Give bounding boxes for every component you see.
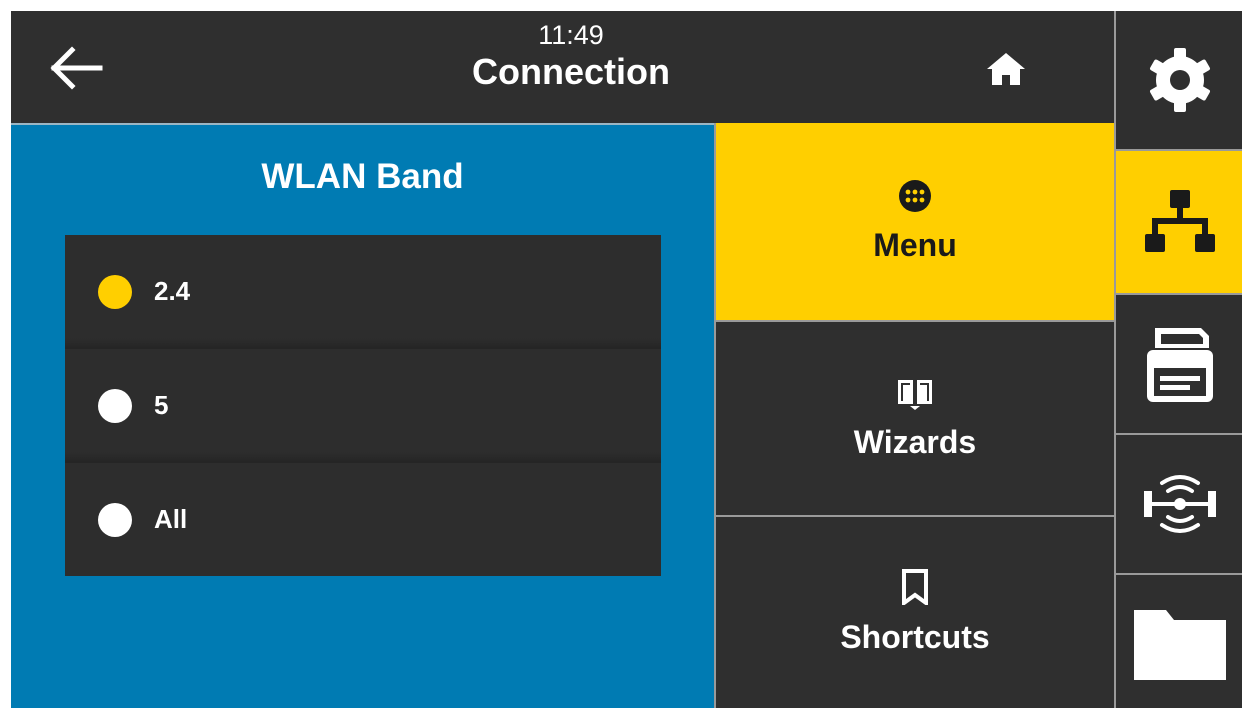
wlan-band-panel: WLAN Band 2.4 5 All: [11, 123, 714, 708]
option-2-4[interactable]: 2.4: [65, 235, 661, 348]
option-label: 5: [154, 390, 169, 420]
clock-time: 11:49: [538, 20, 604, 50]
page-title: Connection: [472, 51, 670, 92]
panel-title: WLAN Band: [261, 157, 464, 196]
option-label: 2.4: [154, 276, 191, 306]
storage-button[interactable]: [1116, 575, 1242, 708]
main-menu-column: Menu Wizards Shortcuts: [714, 123, 1114, 708]
option-all[interactable]: All: [65, 462, 661, 576]
settings-button[interactable]: [1116, 11, 1242, 149]
home-icon: [987, 53, 1025, 85]
option-5[interactable]: 5: [65, 348, 661, 462]
option-label: All: [154, 504, 188, 534]
print-button[interactable]: [1116, 295, 1242, 433]
rfid-icon: [1144, 475, 1216, 533]
printer-display: 11:49 Connection WLAN Band 2.4 5 All Men…: [11, 11, 1242, 708]
shortcuts-label: Shortcuts: [840, 619, 990, 655]
wlan-band-options: 2.4 5 All: [65, 235, 661, 576]
rfid-button[interactable]: [1116, 435, 1242, 573]
header-title-block: 11:49 Connection: [341, 19, 801, 93]
printer-icon: [1147, 328, 1213, 402]
folder-icon: [1134, 609, 1226, 680]
bookmark-icon: [902, 569, 928, 605]
wizards-label: Wizards: [853, 424, 977, 460]
back-button[interactable]: [41, 33, 111, 103]
header-bar: 11:49 Connection: [11, 11, 1114, 123]
radio-unselected-icon: [98, 502, 132, 537]
radio-unselected-icon: [98, 388, 132, 423]
menu-button[interactable]: Menu: [714, 123, 1114, 320]
arrow-left-icon: [50, 46, 103, 90]
network-icon: [1145, 190, 1215, 252]
home-button[interactable]: [971, 41, 1041, 97]
connection-button[interactable]: [1116, 151, 1242, 293]
wizards-button[interactable]: Wizards: [714, 322, 1114, 515]
grid-dots-icon: [899, 180, 931, 212]
menu-label: Menu: [873, 227, 957, 263]
gear-icon: [1150, 48, 1210, 112]
shortcuts-button[interactable]: Shortcuts: [714, 517, 1114, 708]
book-icon: [898, 380, 932, 410]
category-rail: [1114, 11, 1242, 708]
radio-selected-icon: [98, 274, 132, 309]
